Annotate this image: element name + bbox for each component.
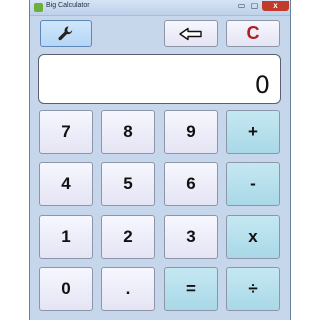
key-plus[interactable]: + [226,110,280,154]
close-window-button[interactable]: x [262,1,289,11]
settings-button[interactable] [40,20,92,47]
key-5[interactable]: 5 [101,162,155,206]
key-6[interactable]: 6 [164,162,218,206]
key-decimal[interactable]: . [101,267,155,311]
clear-button[interactable]: C [226,20,280,47]
key-3[interactable]: 3 [164,215,218,259]
window-title: Big Calculator [46,2,90,9]
key-7[interactable]: 7 [39,110,93,154]
calculator-display: 0 [38,54,281,104]
left-arrow-icon [179,27,202,40]
title-bar[interactable]: Big Calculator ▭ ▢ x [30,0,290,16]
key-equals[interactable]: = [164,267,218,311]
key-1[interactable]: 1 [39,215,93,259]
key-4[interactable]: 4 [39,162,93,206]
key-minus[interactable]: - [226,162,280,206]
key-divide[interactable]: ÷ [226,267,280,311]
wrench-icon [58,26,73,40]
key-9[interactable]: 9 [164,110,218,154]
key-2[interactable]: 2 [101,215,155,259]
key-multiply[interactable]: x [226,215,280,259]
display-value: 0 [254,71,270,99]
minimize-button[interactable]: ▭ [235,1,248,11]
key-0[interactable]: 0 [39,267,93,311]
backspace-button[interactable] [164,20,218,47]
maximize-button[interactable]: ▢ [248,1,261,11]
key-8[interactable]: 8 [101,110,155,154]
calculator-app-icon [34,3,43,12]
